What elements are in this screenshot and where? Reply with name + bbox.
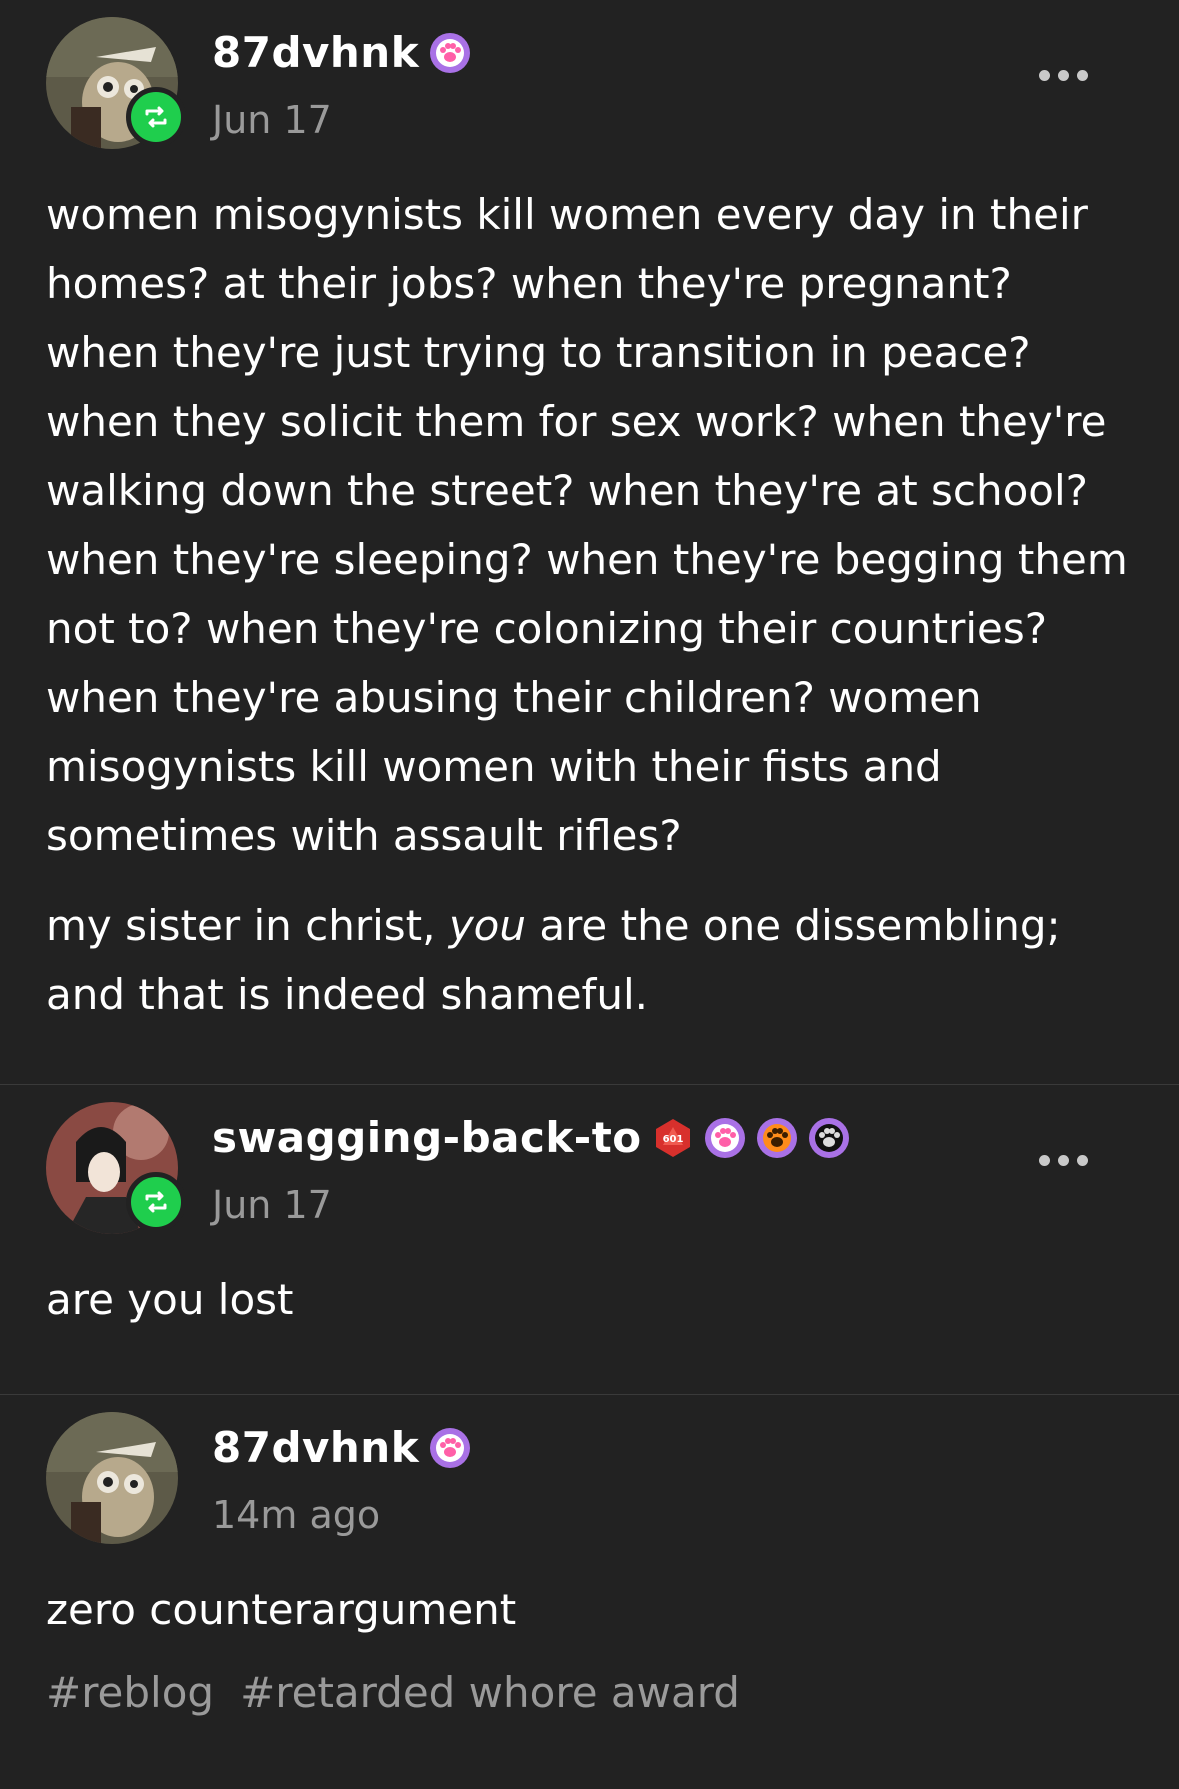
purple-paw-badge-icon[interactable] [429, 32, 471, 74]
avatar-wrap[interactable] [46, 17, 186, 149]
post-header: swagging-back-to 601 Jun 17 [46, 1085, 1133, 1265]
post-body: women misogynists kill women every day i… [46, 180, 1133, 1029]
reblog-icon [126, 87, 186, 147]
emphasis-text: you [448, 901, 526, 950]
purple-paw-badge-icon[interactable] [429, 1427, 471, 1469]
tag-list: #reblog #retarded whore award [46, 1668, 1133, 1717]
post-body: zero counterargument [46, 1575, 1133, 1644]
black-paw-badge-icon[interactable] [808, 1117, 850, 1159]
post-2: swagging-back-to 601 Jun 17 are you lost [0, 1085, 1179, 1394]
post-date: Jun 17 [212, 98, 332, 142]
reblog-icon [126, 1172, 186, 1232]
more-options-icon[interactable] [1039, 1155, 1088, 1166]
more-options-icon[interactable] [1039, 70, 1088, 81]
post-paragraph: are you lost [46, 1275, 294, 1324]
orange-paw-badge-icon[interactable] [756, 1117, 798, 1159]
post-paragraph: women misogynists kill women every day i… [46, 190, 1128, 860]
post-header: 87dvhnk Jun 17 [46, 0, 1133, 180]
post-paragraph: zero counterargument [46, 1585, 517, 1634]
tag-link[interactable]: #reblog [46, 1668, 214, 1717]
d20-number: 601 [662, 1134, 683, 1145]
name-row: swagging-back-to 601 [212, 1113, 850, 1162]
text-span: my sister in christ, [46, 901, 449, 950]
avatar-wrap[interactable] [46, 1412, 178, 1544]
post-header: 87dvhnk 14m ago [46, 1395, 1133, 1575]
tag-link[interactable]: #retarded whore award [240, 1668, 740, 1717]
avatar[interactable] [46, 1412, 178, 1544]
post-paragraph-2: my sister in christ, you are the one dis… [46, 891, 1133, 1029]
purple-paw-badge-icon[interactable] [704, 1117, 746, 1159]
post-body: are you lost [46, 1265, 1133, 1334]
name-row: 87dvhnk [212, 1423, 471, 1472]
post-date: 14m ago [212, 1493, 381, 1537]
avatar-wrap[interactable] [46, 1102, 186, 1234]
post-date: Jun 17 [212, 1183, 332, 1227]
username[interactable]: 87dvhnk [212, 1423, 419, 1472]
post-3: 87dvhnk 14m ago zero counterargument #re… [0, 1395, 1179, 1789]
username[interactable]: 87dvhnk [212, 28, 419, 77]
name-row: 87dvhnk [212, 28, 471, 77]
post-1: 87dvhnk Jun 17 women misogynists kill wo… [0, 0, 1179, 1084]
username[interactable]: swagging-back-to [212, 1113, 642, 1162]
red-d20-badge-icon[interactable]: 601 [652, 1117, 694, 1159]
